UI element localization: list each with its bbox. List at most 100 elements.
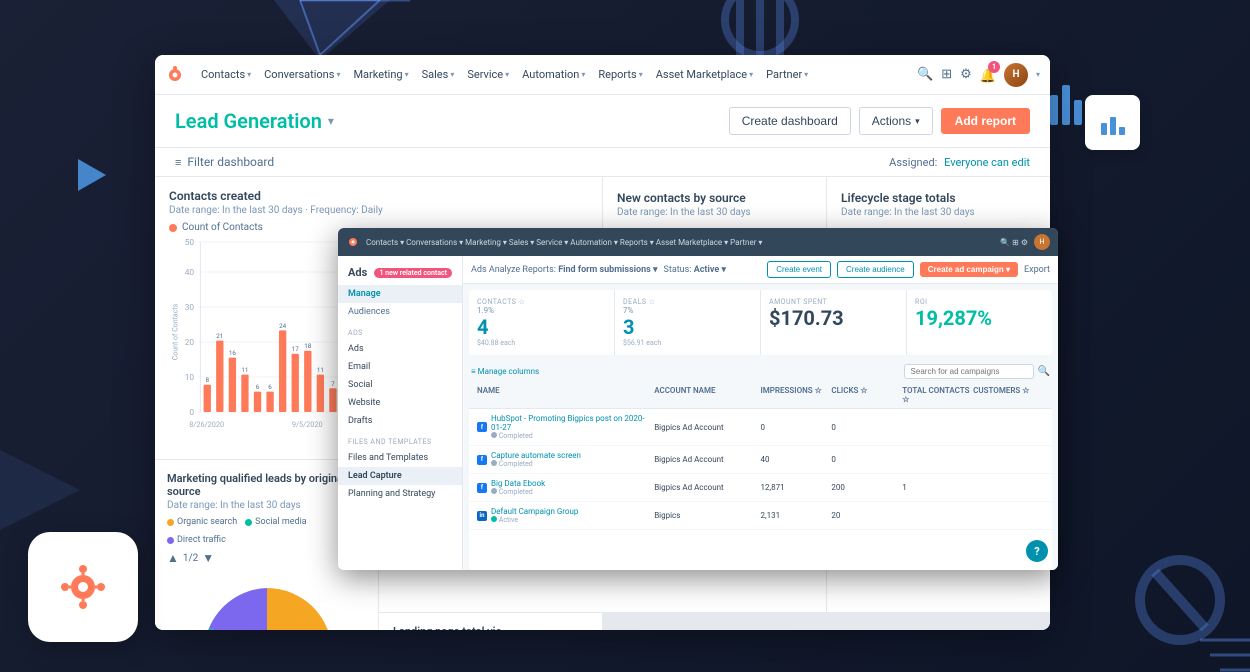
stat-contacts-sub: $40.88 each	[477, 339, 606, 347]
pie-next-icon[interactable]: ▼	[202, 551, 214, 565]
td-impressions-3: 12,871	[761, 483, 832, 492]
overlay-topnav: Contacts ▾ Conversations ▾ Marketing ▾ S…	[338, 228, 1058, 256]
card-title: New contacts by source	[617, 191, 812, 205]
td-account-4: Bigpics	[654, 511, 760, 520]
audiences-tab[interactable]: Audiences	[338, 303, 462, 321]
search-icon-overlay[interactable]: 🔍	[1038, 366, 1050, 377]
legend-social: Social media	[245, 517, 307, 527]
dashboard-title-area: Lead Generation ▾	[175, 109, 334, 133]
td-impressions-1: 0	[761, 423, 832, 432]
nav-sales[interactable]: Sales ▾	[416, 65, 461, 84]
notification-badge[interactable]: 🔔 1	[980, 65, 996, 84]
table-row: in Default Campaign Group Active Bigpics…	[469, 502, 1052, 530]
files-section-header: Files and Templates	[338, 430, 462, 449]
create-audience-btn[interactable]: Create audience	[837, 261, 914, 278]
stat-roi-label: ROI	[915, 298, 1044, 306]
nav-marketing[interactable]: Marketing ▾	[347, 65, 414, 84]
add-report-button[interactable]: Add report	[941, 108, 1030, 134]
svg-text:Count of Contacts: Count of Contacts	[170, 303, 179, 360]
stat-deals-value: 3	[623, 315, 752, 339]
create-dashboard-button[interactable]: Create dashboard	[729, 107, 851, 135]
pie-prev-icon[interactable]: ▲	[167, 551, 179, 565]
card-title: Landing page total vie...	[393, 625, 588, 630]
nav-conversations[interactable]: Conversations ▾	[258, 65, 346, 84]
svg-text:8: 8	[205, 377, 209, 384]
stat-roi-value: 19,287%	[915, 306, 1044, 330]
legend-label: Count of Contacts	[182, 222, 263, 233]
pie-counter: 1/2	[183, 553, 198, 564]
svg-text:8/26/2020: 8/26/2020	[189, 420, 224, 429]
svg-text:7: 7	[331, 381, 335, 388]
sidebar-item-email[interactable]: Email	[338, 358, 462, 376]
assigned-link[interactable]: Everyone can edit	[944, 156, 1030, 169]
svg-text:9/5/2020: 9/5/2020	[292, 420, 323, 429]
stat-roi: ROI 19,287%	[907, 290, 1052, 355]
filter-bar: ≡ Filter dashboard Assigned: Everyone ca…	[155, 148, 1050, 177]
nav-reports[interactable]: Reports ▾	[592, 65, 648, 84]
card-title: Lifecycle stage totals	[841, 191, 1036, 205]
td-account-1: Bigpics Ad Account	[654, 423, 760, 432]
bar-chart-icon	[1099, 109, 1127, 137]
stat-contacts-pct: 1.9%	[477, 306, 606, 315]
help-button[interactable]: ?	[1026, 540, 1048, 562]
manage-tab[interactable]: Manage	[338, 285, 462, 303]
td-impressions-2: 40	[761, 455, 832, 464]
td-clicks-2: 0	[831, 455, 902, 464]
avatar[interactable]: H	[1004, 63, 1028, 87]
sidebar-item-files[interactable]: Files and Templates	[338, 449, 462, 467]
svg-text:40: 40	[185, 267, 195, 277]
overlay-table: NAME ACCOUNT NAME IMPRESSIONS ☆ CLICKS ☆…	[469, 382, 1052, 570]
overlay-body: Ads 1 new related contact Manage Audienc…	[338, 256, 1058, 570]
sidebar-section-ads: Ads	[338, 321, 462, 340]
svg-text:11: 11	[241, 367, 248, 374]
svg-text:30: 30	[185, 302, 195, 312]
filter-button[interactable]: ≡ Filter dashboard	[175, 155, 274, 169]
pie-chart-svg: 16.67% (1) 50% (3) 16.67% (1)	[187, 573, 347, 630]
overlay-action-bar: Ads Analyze Reports: Find form submissio…	[463, 256, 1058, 284]
title-dropdown-icon[interactable]: ▾	[328, 114, 334, 128]
grid-icon[interactable]: ⊞	[941, 67, 952, 82]
search-icon[interactable]: 🔍	[917, 67, 933, 82]
nav-automation[interactable]: Automation ▾	[516, 65, 591, 84]
search-campaigns: 🔍	[904, 364, 1050, 379]
nav-asset-marketplace[interactable]: Asset Marketplace ▾	[650, 65, 759, 84]
table-header-row: NAME ACCOUNT NAME IMPRESSIONS ☆ CLICKS ☆…	[469, 382, 1052, 409]
svg-text:11: 11	[317, 367, 324, 374]
landing-page-card: Landing page total vie... Date range: In…	[379, 613, 602, 630]
create-ad-campaign-btn[interactable]: Create ad campaign ▾	[920, 262, 1018, 277]
th-clicks: CLICKS ☆	[831, 386, 902, 404]
stat-deals-sub: $56.91 each	[623, 339, 752, 347]
sidebar-item-lead[interactable]: Lead Capture	[338, 467, 462, 485]
header-actions: Create dashboard Actions ▾ Add report	[729, 107, 1030, 135]
td-account-3: Bigpics Ad Account	[654, 483, 760, 492]
campaign-search-input[interactable]	[904, 364, 1034, 379]
td-name-3: f Big Data Ebook Completed	[477, 479, 654, 496]
td-name-2: f Capture automate screen Completed	[477, 451, 654, 468]
avatar-caret[interactable]: ▾	[1036, 70, 1040, 79]
overlay-logo	[346, 235, 360, 249]
actions-button[interactable]: Actions ▾	[859, 107, 933, 135]
sidebar-item-drafts[interactable]: Drafts	[338, 412, 462, 430]
stat-amount-label: AMOUNT SPENT	[769, 298, 898, 306]
new-tag: 1 new related contact	[374, 268, 452, 278]
manage-columns-btn[interactable]: ≡ Manage columns	[471, 367, 539, 376]
sidebar-item-ads[interactable]: Ads	[338, 340, 462, 358]
sidebar-item-website[interactable]: Website	[338, 394, 462, 412]
dashboard-header: Lead Generation ▾ Create dashboard Actio…	[155, 95, 1050, 148]
sidebar-item-planning[interactable]: Planning and Strategy	[338, 485, 462, 503]
svg-text:17: 17	[292, 346, 300, 353]
th-customers: CUSTOMERS ☆	[973, 386, 1044, 404]
topnav-items: Contacts ▾ Conversations ▾ Marketing ▾ S…	[195, 65, 917, 84]
nav-contacts[interactable]: Contacts ▾	[195, 65, 257, 84]
create-event-btn[interactable]: Create event	[767, 261, 831, 278]
gear-icon[interactable]: ⚙	[960, 67, 972, 82]
nav-partner[interactable]: Partner ▾	[760, 65, 814, 84]
card-subtitle: Date range: In the last 30 days	[841, 207, 1036, 218]
sidebar-item-social[interactable]: Social	[338, 376, 462, 394]
stat-amount: AMOUNT SPENT $170.73	[761, 290, 906, 355]
actions-caret: ▾	[915, 116, 920, 127]
stat-contacts-value: 4	[477, 315, 606, 339]
nav-service[interactable]: Service ▾	[461, 65, 515, 84]
play-icon-container	[70, 155, 110, 199]
svg-text:6: 6	[256, 384, 260, 391]
